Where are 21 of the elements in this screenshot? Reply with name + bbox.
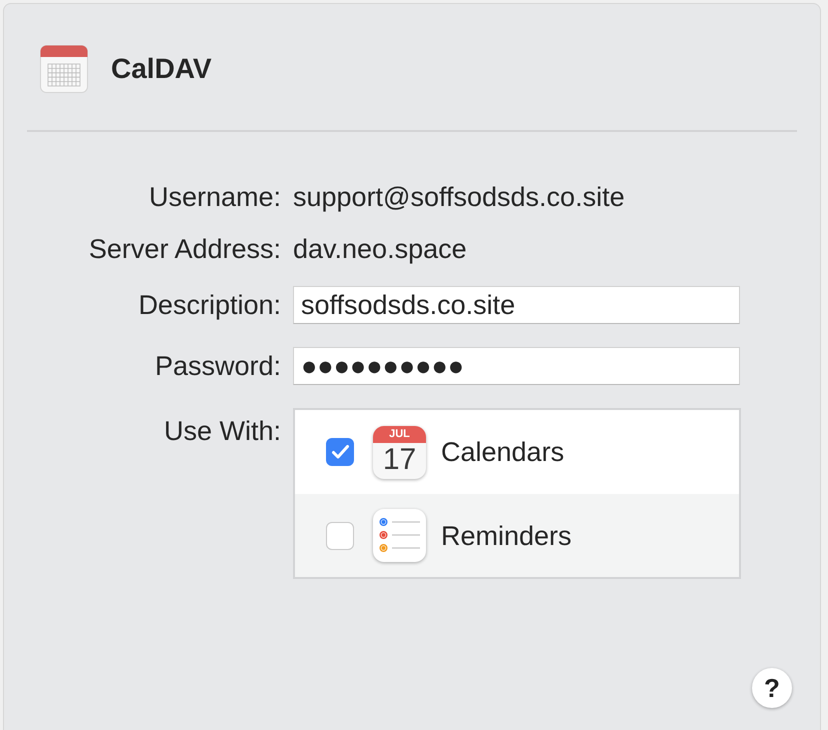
- field-label: Description:: [137, 289, 282, 321]
- checkbox[interactable]: [326, 438, 354, 466]
- field-label: Server Address:: [88, 233, 282, 265]
- month-label: JUL: [373, 426, 426, 442]
- list-row[interactable]: Reminders: [295, 494, 739, 577]
- field-label: Username:: [148, 181, 282, 213]
- checkmark-icon: [332, 445, 348, 459]
- input-field[interactable]: ●●●●●●●●●●: [293, 347, 740, 385]
- app-name: Reminders: [441, 520, 572, 552]
- calendar-icon: [40, 44, 88, 92]
- field-label: Password:: [154, 350, 282, 382]
- field-value: support@soffsodsds.co.site: [293, 181, 625, 213]
- field-label: Use With:: [162, 415, 282, 447]
- field-value: dav.neo.space: [293, 233, 467, 265]
- account-title: CalDAV: [111, 52, 212, 86]
- reminders-app-icon: [373, 509, 426, 562]
- checkbox[interactable]: [326, 522, 354, 550]
- app-name: Calendars: [441, 436, 564, 468]
- day-label: 17: [382, 442, 418, 476]
- input-field[interactable]: soffsodsds.co.site: [293, 286, 740, 324]
- help-button[interactable]: ?: [752, 668, 792, 708]
